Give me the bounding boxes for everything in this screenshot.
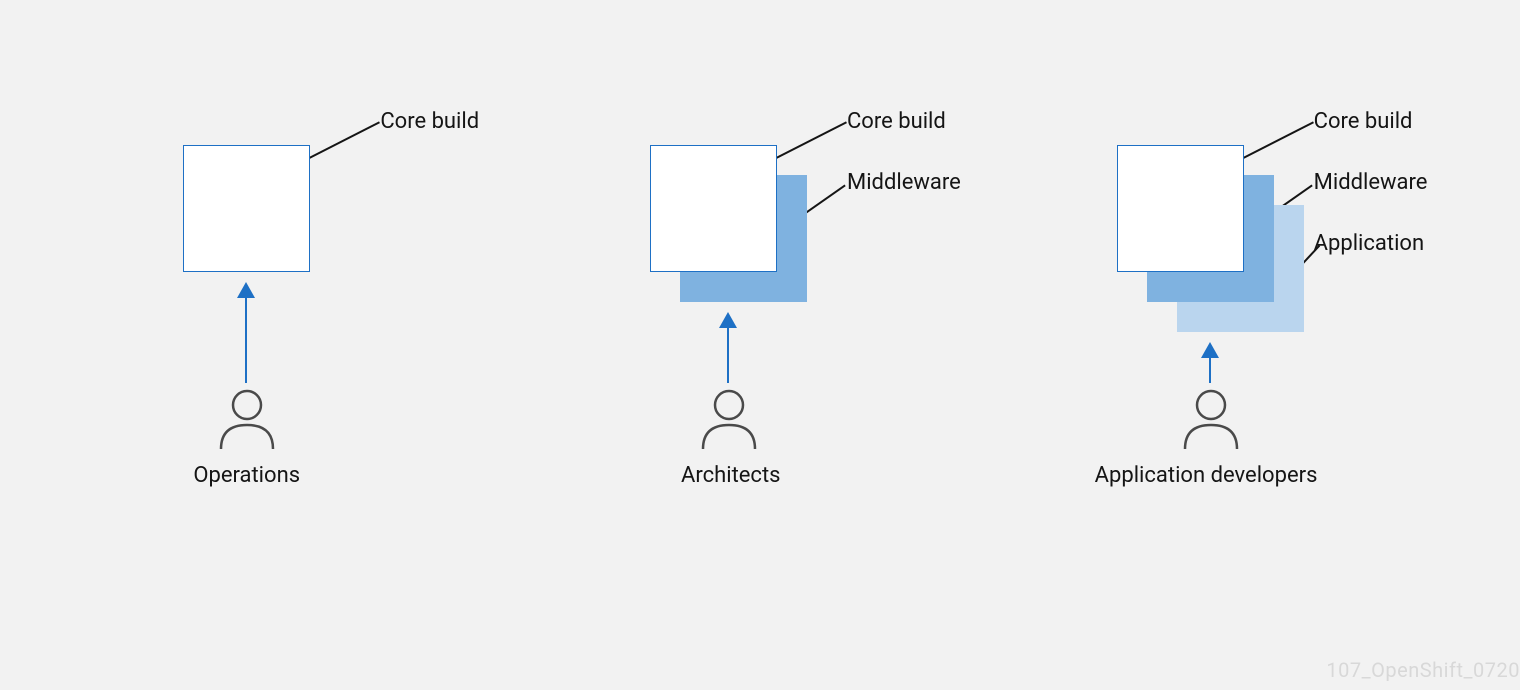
label-core-build: Core build xyxy=(847,109,946,134)
arrow-architects xyxy=(727,313,729,383)
arrow-head-icon xyxy=(719,312,737,328)
label-application: Application xyxy=(1314,231,1424,256)
column-developers: Core build Middleware Application Applic… xyxy=(1017,65,1437,625)
arrow-line xyxy=(245,297,247,383)
person-icon xyxy=(1177,387,1245,459)
label-middleware: Middleware xyxy=(847,170,961,195)
layer-core-build xyxy=(1117,145,1244,272)
arrow-line xyxy=(727,327,729,383)
label-core-build: Core build xyxy=(1314,109,1413,134)
watermark-text: 107_OpenShift_0720 xyxy=(1326,658,1520,682)
arrow-head-icon xyxy=(237,282,255,298)
arrow-developers xyxy=(1209,343,1211,383)
column-operations: Core build Operations xyxy=(83,65,503,625)
label-core-build: Core build xyxy=(380,109,479,134)
role-label-developers: Application developers xyxy=(1095,463,1318,488)
diagram-container: Core build Operations Core build Middlew… xyxy=(0,0,1520,690)
user-icon xyxy=(1177,387,1245,455)
arrow-operations xyxy=(245,283,247,383)
layer-core-build xyxy=(650,145,777,272)
user-icon xyxy=(213,387,281,455)
layer-core-build xyxy=(183,145,310,272)
user-icon xyxy=(695,387,763,455)
role-label-architects: Architects xyxy=(681,463,781,488)
arrow-line xyxy=(1209,357,1211,383)
label-middleware: Middleware xyxy=(1314,170,1428,195)
column-architects: Core build Middleware Architects xyxy=(550,65,970,625)
arrow-head-icon xyxy=(1201,342,1219,358)
person-icon xyxy=(695,387,763,459)
person-icon xyxy=(213,387,281,459)
role-label-operations: Operations xyxy=(193,463,300,488)
